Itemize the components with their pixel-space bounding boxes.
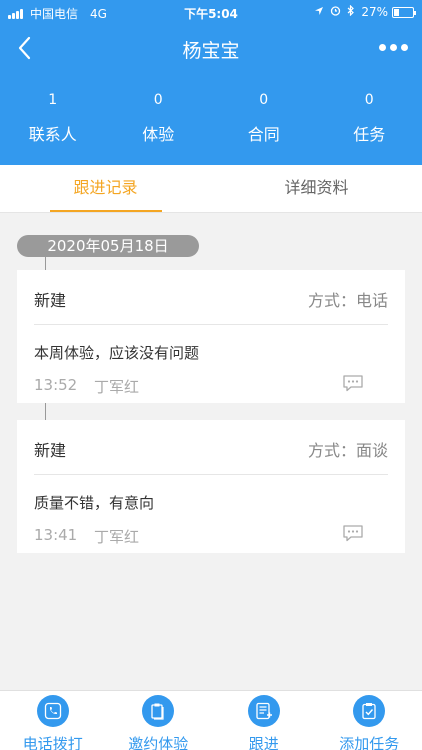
battery-icon xyxy=(392,6,416,18)
stat-value: 0 xyxy=(153,92,163,108)
action-invite-experience[interactable]: 邀约体验 xyxy=(106,691,212,750)
action-label: 添加任务 xyxy=(339,735,400,750)
timeline-date: 2020年05月18日 xyxy=(17,235,199,257)
stat-label: 联系人 xyxy=(28,125,77,144)
stat-value: 0 xyxy=(259,92,269,108)
record-method: 方式：面谈 xyxy=(307,441,388,460)
more-dots-icon[interactable] xyxy=(375,44,408,51)
clipboard-icon xyxy=(142,695,175,727)
location-icon xyxy=(314,5,324,19)
action-label: 电话拨打 xyxy=(22,735,83,750)
action-label: 跟进 xyxy=(248,735,279,750)
tab-bar: 跟进记录 详细资料 xyxy=(0,165,422,213)
record-time: 13:41 xyxy=(34,526,78,544)
record-type: 新建 xyxy=(34,441,67,460)
tab-details[interactable]: 详细资料 xyxy=(211,165,422,212)
stat-experience[interactable]: 0 体验 xyxy=(106,72,212,165)
tab-follow-records[interactable]: 跟进记录 xyxy=(0,165,211,212)
action-phone-call[interactable]: 电话拨打 xyxy=(0,691,106,750)
phone-icon xyxy=(36,695,69,727)
nav-bar: 杨宝宝 xyxy=(0,24,422,72)
stat-contacts[interactable]: 1 联系人 xyxy=(0,72,106,165)
stats-bar: 1 联系人 0 体验 0 合同 0 任务 xyxy=(0,72,422,165)
stat-value: 1 xyxy=(48,92,58,108)
bluetooth-icon xyxy=(347,4,355,19)
record-content: 本周体验，应该没有问题 xyxy=(34,344,200,362)
record-meta: 13:52 丁军红 xyxy=(34,363,388,403)
action-label: 邀约体验 xyxy=(128,735,189,750)
stat-label: 合同 xyxy=(247,125,280,144)
record-header: 新建 方式：面谈 xyxy=(34,420,388,475)
record-time: 13:52 xyxy=(34,376,78,394)
record-type: 新建 xyxy=(34,291,67,310)
task-add-icon xyxy=(353,695,386,727)
follow-list-icon xyxy=(247,695,280,727)
follow-record-card[interactable]: 新建 方式：面谈 质量不错，有意向 13:41 丁军红 xyxy=(17,420,405,553)
follow-record-card[interactable]: 新建 方式：电话 本周体验，应该没有问题 13:52 丁军红 xyxy=(17,270,405,403)
record-meta: 13:41 丁军红 xyxy=(34,513,388,553)
record-user: 丁军红 xyxy=(94,378,140,396)
stat-contracts[interactable]: 0 合同 xyxy=(211,72,317,165)
bottom-action-bar: 电话拨打 邀约体验 跟进 添加任务 xyxy=(0,690,422,750)
action-follow-up[interactable]: 跟进 xyxy=(211,691,317,750)
alarm-icon xyxy=(330,5,341,19)
battery-percent: 27% xyxy=(361,5,388,19)
status-right: 27% xyxy=(308,4,416,19)
record-method: 方式：电话 xyxy=(307,291,388,310)
record-header: 新建 方式：电话 xyxy=(34,270,388,325)
stat-label: 任务 xyxy=(353,125,386,144)
status-bar: 中国电信 4G 下午5:04 27% xyxy=(0,0,422,24)
stat-value: 0 xyxy=(364,92,374,108)
record-user: 丁军红 xyxy=(94,528,140,546)
page-title: 杨宝宝 xyxy=(182,40,240,62)
stat-label: 体验 xyxy=(142,125,175,144)
stat-tasks[interactable]: 0 任务 xyxy=(317,72,422,165)
comment-icon[interactable] xyxy=(342,524,364,542)
comment-icon[interactable] xyxy=(342,374,364,392)
record-content: 质量不错，有意向 xyxy=(34,494,155,512)
action-add-task[interactable]: 添加任务 xyxy=(317,691,422,750)
